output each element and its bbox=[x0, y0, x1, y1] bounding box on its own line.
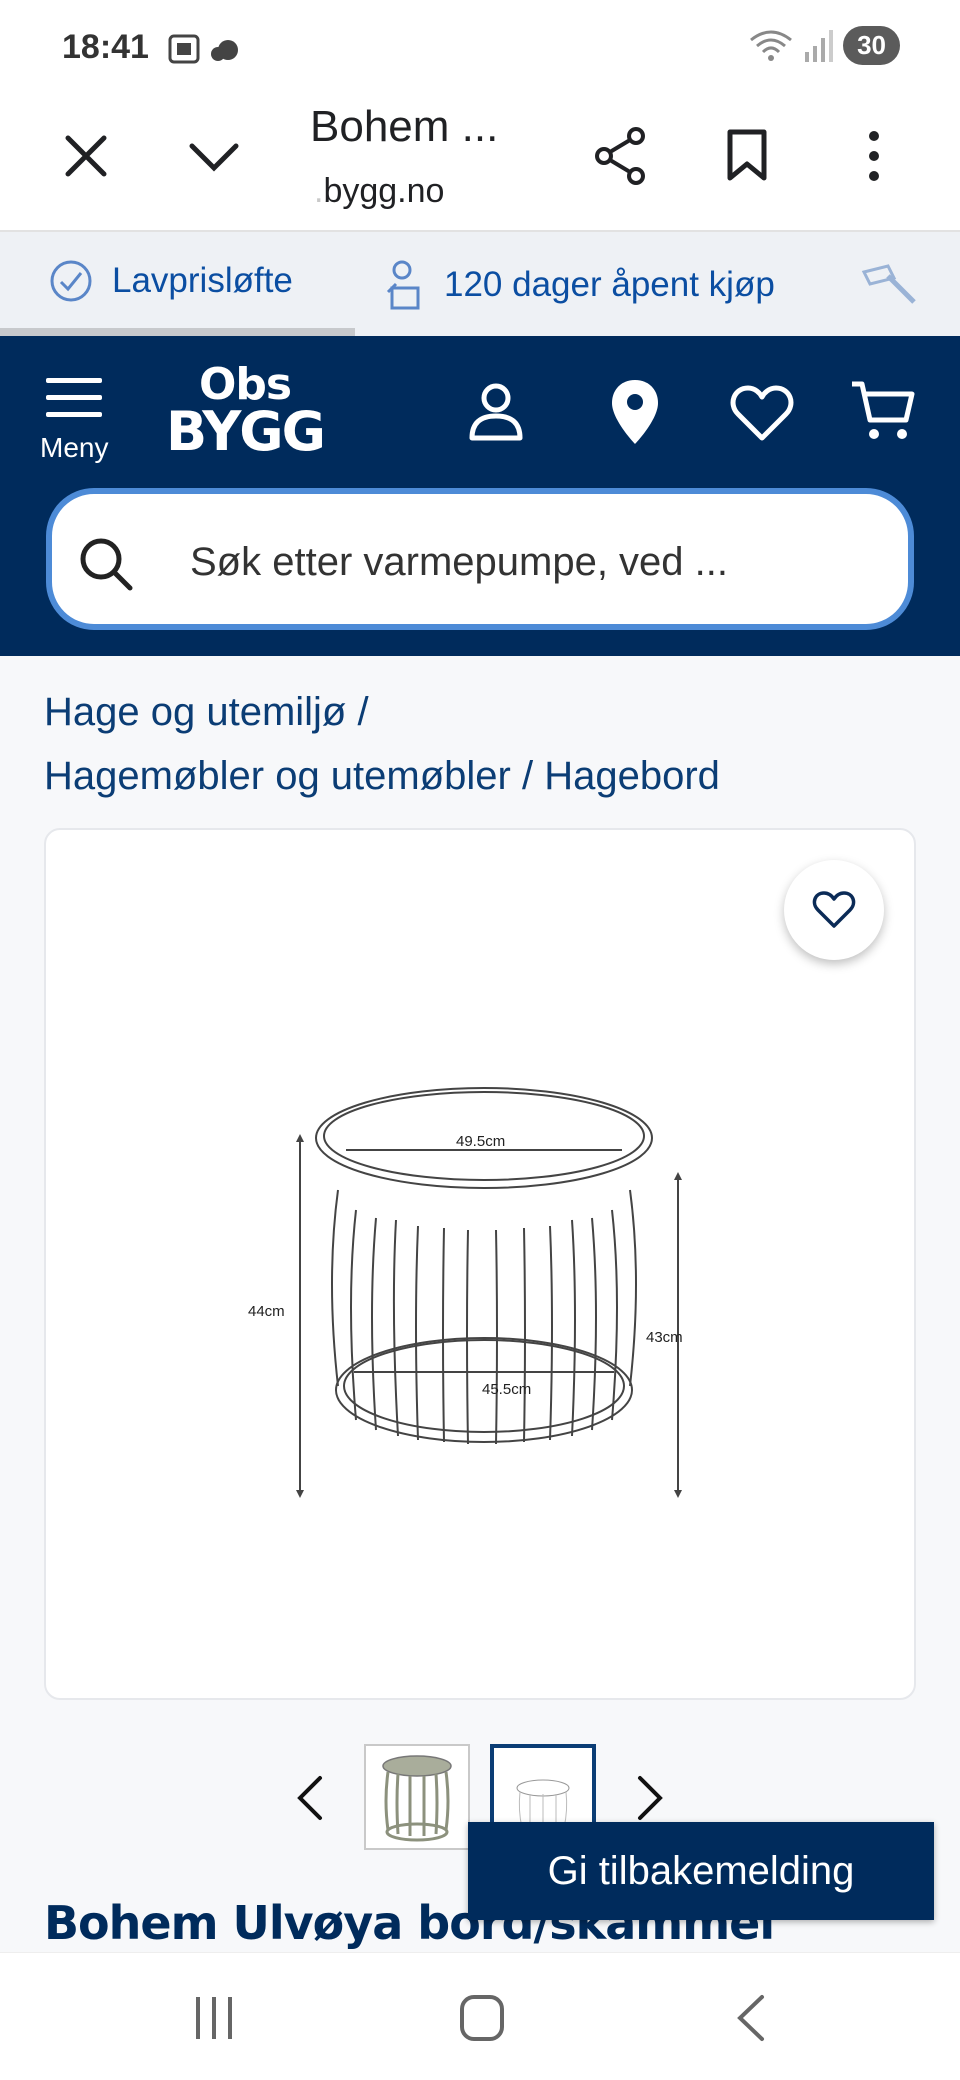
dim-bottom-label: 45.5cm bbox=[482, 1381, 531, 1398]
product-image-card[interactable]: 49.5cm 44cm 43cm 45.5cm bbox=[44, 828, 916, 1700]
promo-lavprisloefte[interactable]: Lavprisløfte bbox=[48, 258, 293, 304]
more-options-icon[interactable] bbox=[864, 128, 884, 184]
promo-bar: Lavprisløfte 120 dager åpent kjøp bbox=[0, 232, 960, 336]
chevron-down-icon[interactable] bbox=[188, 140, 240, 172]
breadcrumb-separator: / bbox=[521, 754, 534, 798]
dim-left-label: 44cm bbox=[248, 1303, 285, 1320]
status-bar: 18:41 30 bbox=[0, 0, 960, 92]
hammer-icon bbox=[861, 264, 916, 304]
obs-bygg-logo[interactable]: Obs BYGG bbox=[166, 363, 326, 459]
search-icon bbox=[80, 538, 133, 591]
close-icon[interactable] bbox=[64, 134, 108, 178]
notification-icons bbox=[168, 34, 238, 64]
breadcrumb-link-hagebord[interactable]: Hagebord bbox=[544, 754, 720, 798]
cart-icon[interactable] bbox=[850, 380, 916, 442]
browser-toolbar: Bohem ... .bygg.no bbox=[0, 92, 960, 232]
return-box-icon bbox=[386, 260, 420, 310]
heart-icon[interactable] bbox=[730, 384, 794, 442]
recent-apps-icon[interactable] bbox=[192, 1995, 236, 2041]
site-header: Meny Obs BYGG Søk etter varmepumpe, ved … bbox=[0, 336, 960, 656]
back-icon[interactable] bbox=[734, 1993, 768, 2043]
hamburger-menu-icon[interactable] bbox=[46, 376, 102, 420]
chevron-right-icon[interactable] bbox=[636, 1774, 664, 1822]
promo-label-1: Lavprisløfte bbox=[112, 261, 293, 300]
breadcrumb-link-hagemobler[interactable]: Hagemøbler og utemøbler bbox=[44, 754, 511, 798]
promo-label-2: 120 dager åpent kjøp bbox=[444, 265, 775, 304]
table-photo-thumbnail bbox=[382, 1755, 452, 1842]
home-icon[interactable] bbox=[458, 1993, 506, 2043]
promo-open-purchase[interactable]: 120 dager åpent kjøp bbox=[382, 258, 775, 312]
battery-badge: 30 bbox=[843, 26, 900, 65]
status-icons: 30 bbox=[749, 26, 900, 65]
search-placeholder: Søk etter varmepumpe, ved ... bbox=[190, 540, 728, 584]
thumbnail-1[interactable] bbox=[364, 1744, 470, 1850]
promo-scroll-indicator bbox=[0, 328, 355, 336]
dim-top-label: 49.5cm bbox=[456, 1133, 505, 1150]
bookmark-icon[interactable] bbox=[726, 128, 768, 182]
wifi-icon bbox=[750, 30, 793, 61]
add-to-favorites-button[interactable] bbox=[784, 860, 884, 960]
chevron-left-icon[interactable] bbox=[296, 1774, 324, 1822]
signal-icon bbox=[805, 29, 834, 62]
breadcrumb-link-hage[interactable]: Hage og utemiljø bbox=[44, 690, 346, 734]
store-location-icon[interactable] bbox=[610, 378, 660, 446]
menu-label[interactable]: Meny bbox=[40, 432, 108, 464]
tab-title: Bohem ... bbox=[310, 102, 499, 151]
breadcrumb-separator: / bbox=[357, 690, 369, 734]
product-dimension-drawing: 49.5cm 44cm 43cm 45.5cm bbox=[248, 1087, 683, 1498]
breadcrumb: Hage og utemiljø / Hagemøbler og utemøbl… bbox=[44, 680, 924, 808]
heart-outline-icon bbox=[812, 891, 856, 928]
search-input[interactable]: Søk etter varmepumpe, ved ... bbox=[46, 488, 914, 630]
feedback-button[interactable]: Gi tilbakemelding bbox=[468, 1822, 934, 1920]
check-circle-icon bbox=[50, 260, 92, 302]
dim-right-label: 43cm bbox=[646, 1329, 683, 1346]
tab-url: .bygg.no bbox=[314, 172, 445, 210]
user-account-icon[interactable] bbox=[468, 382, 524, 442]
system-navigation-bar bbox=[0, 1952, 960, 2080]
status-time: 18:41 bbox=[62, 28, 149, 66]
share-icon[interactable] bbox=[592, 126, 648, 186]
